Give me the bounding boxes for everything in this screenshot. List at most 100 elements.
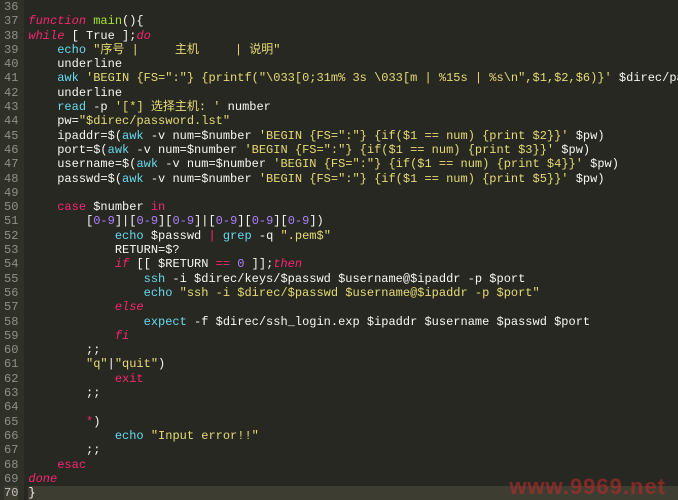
code-line[interactable]: expect -f $direc/ssh_login.exp $ipaddr $…: [28, 315, 678, 329]
code-line[interactable]: done: [28, 472, 678, 486]
token-str: ".pem$": [280, 229, 330, 243]
code-line[interactable]: function main(){: [28, 14, 678, 28]
token-str: 'BEGIN {FS=":"} {if($1 == num) {print $5…: [259, 172, 569, 186]
token-pun: $(: [93, 143, 107, 157]
token-pun: ): [597, 172, 604, 186]
token-plain: $pw: [554, 143, 583, 157]
line-number: 49: [4, 186, 18, 200]
code-line[interactable]: awk 'BEGIN {FS=":"} {printf("\033[0;31m%…: [28, 71, 678, 85]
code-line[interactable]: RETURN=$?: [28, 243, 678, 257]
code-line[interactable]: [28, 400, 678, 414]
code-area[interactable]: function main(){while [ True ];do echo "…: [24, 0, 678, 500]
line-number: 64: [4, 400, 18, 414]
code-line[interactable]: underline: [28, 86, 678, 100]
token-plain: username=: [28, 157, 122, 171]
token-plain: ipaddr=: [28, 129, 107, 143]
token-plain: [64, 29, 71, 43]
line-number: 65: [4, 415, 18, 429]
code-line[interactable]: echo "序号 | 主机 | 说明": [28, 43, 678, 57]
code-line[interactable]: username=$(awk -v num=$number 'BEGIN {FS…: [28, 157, 678, 171]
token-pun: ): [597, 129, 604, 143]
line-number: 42: [4, 86, 18, 100]
token-kw2: esac: [57, 458, 86, 472]
token-plain: [28, 329, 114, 343]
token-pun: ][: [158, 214, 172, 228]
code-line[interactable]: else: [28, 300, 678, 314]
token-num: 0-9: [93, 214, 115, 228]
token-cmd: awk: [122, 172, 144, 186]
token-pun: ]|[: [194, 214, 216, 228]
token-pun: ): [93, 415, 100, 429]
code-line[interactable]: ;;: [28, 386, 678, 400]
token-plain: -v num=$number: [144, 172, 259, 186]
code-line[interactable]: [28, 186, 678, 200]
code-line[interactable]: echo "Input error!!": [28, 429, 678, 443]
token-plain: $pw: [569, 172, 598, 186]
token-kw: else: [115, 300, 144, 314]
token-plain: $RETURN: [151, 257, 216, 271]
token-str: "Input error!!": [151, 429, 259, 443]
code-line[interactable]: ssh -i $direc/keys/$passwd $username@$ip…: [28, 272, 678, 286]
line-number: 44: [4, 114, 18, 128]
token-plain: [28, 415, 86, 429]
token-cmd: echo: [115, 429, 144, 443]
token-pun: ): [612, 157, 619, 171]
token-plain: [28, 300, 114, 314]
code-line[interactable]: echo "ssh -i $direc/$passwd $username@$i…: [28, 286, 678, 300]
token-plain: $passwd: [144, 229, 209, 243]
token-pun: $(: [122, 157, 136, 171]
token-plain: -q: [252, 229, 281, 243]
token-cmd: echo: [57, 43, 86, 57]
code-line[interactable]: case $number in: [28, 200, 678, 214]
token-str: '[*] 选择主机: ': [115, 100, 221, 114]
code-line[interactable]: echo $passwd | grep -q ".pem$": [28, 229, 678, 243]
line-number: 66: [4, 429, 18, 443]
code-editor[interactable]: 3637383940414243444546474849505152535455…: [0, 0, 678, 500]
token-num: 0-9: [252, 214, 274, 228]
token-cmd: awk: [57, 71, 79, 85]
line-number: 60: [4, 343, 18, 357]
line-number: 53: [4, 243, 18, 257]
token-pun: }: [28, 486, 35, 500]
token-str: "$direc/password.lst": [79, 114, 230, 128]
line-number: 51: [4, 214, 18, 228]
code-line[interactable]: exit: [28, 372, 678, 386]
token-num: 0-9: [216, 214, 238, 228]
token-plain: number: [220, 100, 270, 114]
code-line[interactable]: read -p '[*] 选择主机: ' number: [28, 100, 678, 114]
code-line[interactable]: fi: [28, 329, 678, 343]
line-number: 69: [4, 472, 18, 486]
code-line[interactable]: esac: [28, 458, 678, 472]
code-line[interactable]: }: [28, 486, 678, 500]
token-num: 0-9: [136, 214, 158, 228]
code-line[interactable]: while [ True ];do: [28, 29, 678, 43]
code-line[interactable]: ipaddr=$(awk -v num=$number 'BEGIN {FS="…: [28, 129, 678, 143]
token-plain: $number: [86, 200, 151, 214]
code-line[interactable]: *): [28, 415, 678, 429]
token-plain: [28, 429, 114, 443]
code-line[interactable]: [28, 0, 678, 14]
line-number: 40: [4, 57, 18, 71]
code-line[interactable]: [0-9]|[0-9][0-9]|[0-9][0-9][0-9]): [28, 214, 678, 228]
line-number: 39: [4, 43, 18, 57]
code-line[interactable]: if [[ $RETURN == 0 ]];then: [28, 257, 678, 271]
code-line[interactable]: underline: [28, 57, 678, 71]
line-number: 63: [4, 386, 18, 400]
token-kw2: case: [57, 200, 86, 214]
line-number: 48: [4, 172, 18, 186]
token-str: 'BEGIN {FS=":"} {if($1 == num) {print $3…: [244, 143, 554, 157]
token-cmd: echo: [144, 286, 173, 300]
token-plain: -v num=$number: [144, 129, 259, 143]
code-line[interactable]: ;;: [28, 343, 678, 357]
code-line[interactable]: ;;: [28, 443, 678, 457]
code-line[interactable]: "q"|"quit"): [28, 357, 678, 371]
token-pun: $(: [108, 172, 122, 186]
token-str: "quit": [115, 357, 158, 371]
token-str: 'BEGIN {FS=":"} {printf("\033[0;31m% 3s …: [86, 71, 612, 85]
token-plain: $direc/password.lst: [612, 71, 678, 85]
code-line[interactable]: passwd=$(awk -v num=$number 'BEGIN {FS="…: [28, 172, 678, 186]
token-kw: if: [115, 257, 129, 271]
code-line[interactable]: pw="$direc/password.lst": [28, 114, 678, 128]
token-plain: -v num=$number: [129, 143, 244, 157]
code-line[interactable]: port=$(awk -v num=$number 'BEGIN {FS=":"…: [28, 143, 678, 157]
